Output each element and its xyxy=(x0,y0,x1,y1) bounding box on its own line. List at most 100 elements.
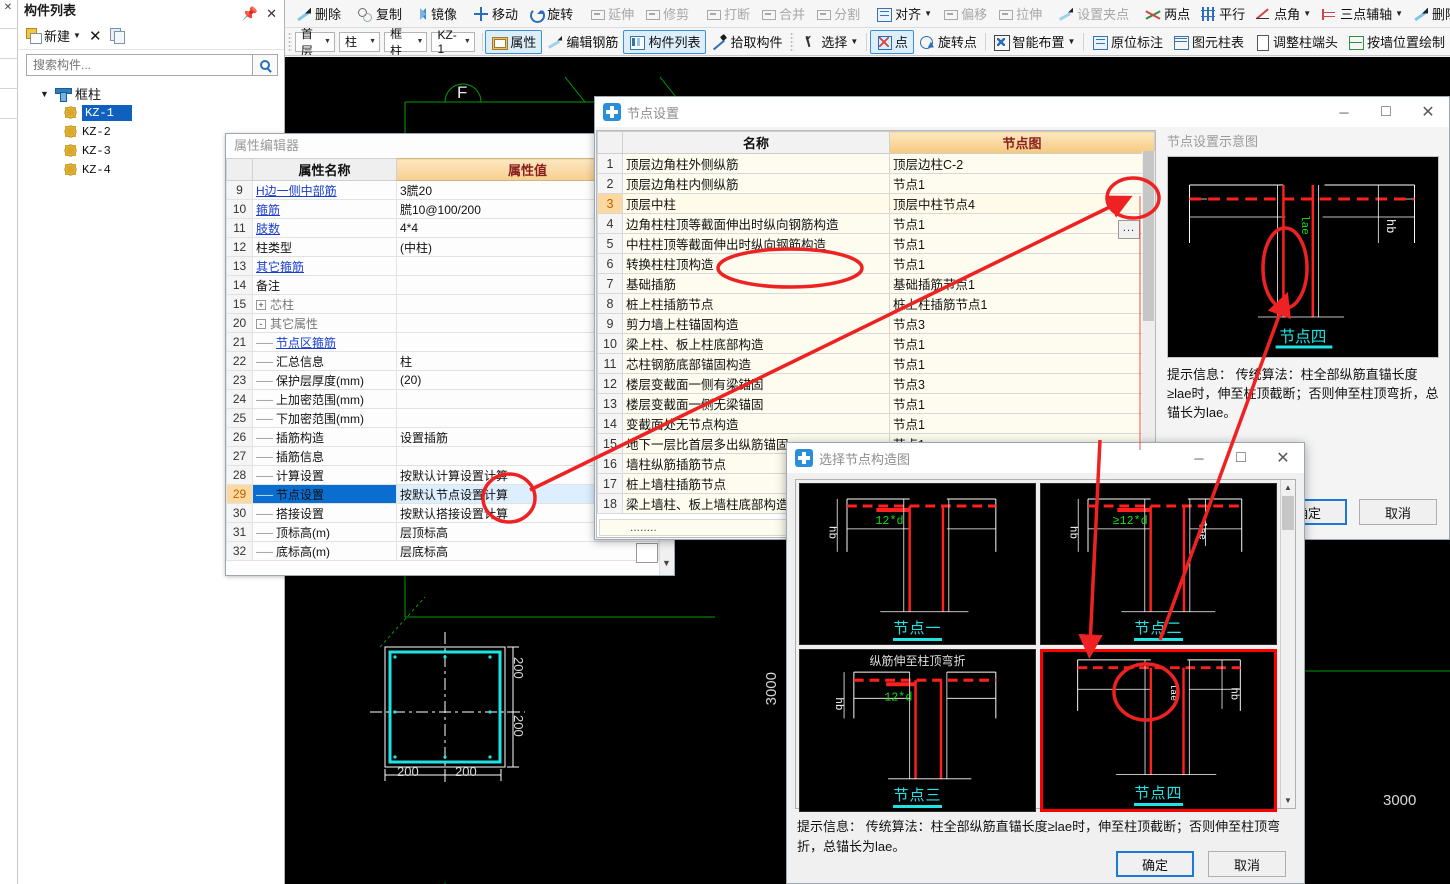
expander-icon[interactable]: - xyxy=(256,319,266,330)
property-row-name[interactable]: 其它箍筋 xyxy=(252,256,397,276)
close-button[interactable]: ✕ xyxy=(1262,444,1304,473)
chevron-down-icon[interactable]: ▼ xyxy=(924,9,932,18)
node-settings-row[interactable]: 14 变截面处无节点构造 节点1 xyxy=(597,413,1155,434)
category-selector[interactable]: 柱 ▼ xyxy=(338,31,381,52)
toolbar-point-angle-button[interactable]: 点角 ▼ xyxy=(1250,2,1316,26)
property-row-name[interactable]: ── 节点设置 xyxy=(252,484,397,504)
property-row-name[interactable]: ── 插筋构造 xyxy=(252,427,397,447)
node-row-ellipsis-button[interactable]: ... xyxy=(1118,220,1140,239)
minimize-button[interactable]: ─ xyxy=(1323,98,1365,127)
close-icon[interactable]: ✕ xyxy=(266,3,277,25)
toolbar-point-button[interactable]: 点 xyxy=(869,29,914,54)
toolbar-grip[interactable] xyxy=(288,31,292,52)
toolbar-draw-by-wall-button[interactable]: 按墙位置绘制 xyxy=(1343,30,1450,54)
toolbar-parallel-button[interactable]: 平行 xyxy=(1195,2,1250,26)
scroll-down-icon[interactable]: ▼ xyxy=(659,556,674,571)
node-row-graph[interactable]: 节点1 xyxy=(889,253,1155,274)
node-row-graph[interactable]: 节点1 xyxy=(889,233,1155,254)
toolbar-delete-button[interactable]: 删除 xyxy=(291,2,346,26)
toolbar-component-list-button[interactable]: 构件列表 xyxy=(623,29,707,54)
toolbar-rotate-button[interactable]: 旋转 xyxy=(523,2,578,26)
chevron-down-icon[interactable]: ▼ xyxy=(1303,9,1311,18)
toolbar-trim-button[interactable]: 修剪 xyxy=(639,2,694,26)
node-row-graph[interactable]: 节点3 xyxy=(889,373,1155,394)
tree-item-kz-1[interactable]: KZ-1 xyxy=(18,103,284,122)
minimize-button[interactable]: ─ xyxy=(1178,444,1220,473)
node-row-graph[interactable]: 顶层边柱C-2 xyxy=(889,153,1155,174)
property-row[interactable]: 32 ── 底标高(m) 层底标高 xyxy=(226,541,659,561)
toolbar-merge-button[interactable]: 合并 xyxy=(755,2,810,26)
maximize-button[interactable]: □ xyxy=(1365,98,1407,127)
node-option-1[interactable]: hb 12*d 节点一 xyxy=(799,483,1036,645)
property-row-name[interactable]: ── 上加密范围(mm) xyxy=(252,389,397,409)
property-row-name[interactable]: ── 节点区箍筋 xyxy=(252,332,397,352)
node-row-graph[interactable]: 节点3 xyxy=(889,313,1155,334)
property-row-name[interactable]: ── 底标高(m) xyxy=(252,541,397,561)
toolbar-copy-button[interactable]: 复制 xyxy=(352,2,407,26)
tree-root-framed-column[interactable]: ▼ 框柱 xyxy=(18,84,284,103)
toolbar-property-button[interactable]: 属性 xyxy=(485,29,543,54)
property-row-name[interactable]: ── 搭接设置 xyxy=(252,503,397,523)
node-settings-row[interactable]: 9 剪力墙上柱锚固构造 节点3 xyxy=(597,313,1155,334)
toolbar-stretch-button[interactable]: 拉伸 xyxy=(992,2,1047,26)
cancel-button[interactable]: 取消 xyxy=(1359,499,1437,525)
toolbar-extend-button[interactable]: 延伸 xyxy=(584,2,639,26)
ok-button[interactable]: 确定 xyxy=(1116,851,1194,877)
property-row-name[interactable]: ── 计算设置 xyxy=(252,465,397,485)
node-settings-row[interactable]: 3 顶层中柱 顶层中柱节点4 xyxy=(597,193,1155,214)
toolbar-move-button[interactable]: 移动 xyxy=(468,2,523,26)
property-row-name[interactable]: + 芯柱 xyxy=(252,294,397,314)
property-row-name[interactable]: ── 顶标高(m) xyxy=(252,522,397,542)
node-settings-row[interactable]: 12 楼层变截面一侧有梁锚固 节点3 xyxy=(597,373,1155,394)
node-row-graph[interactable]: 节点1 xyxy=(889,353,1155,374)
scroll-up-icon[interactable]: ▲ xyxy=(1281,480,1295,495)
node-option-scrollbar[interactable]: ▲ ▼ xyxy=(1280,480,1295,808)
close-button[interactable]: ✕ xyxy=(1407,98,1449,127)
node-settings-row[interactable]: 4 边角柱柱顶等截面伸出时纵向钢筋构造 节点1 xyxy=(597,213,1155,234)
property-row-name[interactable]: 肢数 xyxy=(252,218,397,238)
property-row-value[interactable]: 层底标高 xyxy=(396,541,659,561)
chevron-down-icon[interactable]: ▼ xyxy=(73,31,81,40)
delete-component-button[interactable]: ✕ xyxy=(89,27,102,45)
node-row-graph[interactable]: 节点1 xyxy=(889,413,1155,434)
node-option-2[interactable]: hb ≥12*d lae 节点二 xyxy=(1040,483,1277,645)
toolbar-delete-axis-button[interactable]: 删除辅轴 xyxy=(1408,2,1450,26)
node-row-graph[interactable]: 桩上柱插筋节点1 xyxy=(889,293,1155,314)
node-settings-row[interactable]: 2 顶层边角柱内侧纵筋 节点1 xyxy=(597,173,1155,194)
property-row-name[interactable]: 箍筋 xyxy=(252,199,397,219)
new-component-button[interactable]: 新建 ▼ xyxy=(26,26,81,45)
node-settings-row[interactable]: 11 芯柱钢筋底部锚固构造 节点1 xyxy=(597,353,1155,374)
node-option-4[interactable]: hb lae 节点四 xyxy=(1040,648,1277,812)
copy-component-button[interactable] xyxy=(109,28,125,44)
chevron-down-icon[interactable]: ▼ xyxy=(40,89,53,99)
toolbar-align-button[interactable]: 对齐 ▼ xyxy=(871,2,937,26)
search-input[interactable] xyxy=(26,54,252,76)
property-row-name[interactable]: ── 下加密范围(mm) xyxy=(252,408,397,428)
toolbar-break-button[interactable]: 打断 xyxy=(700,2,755,26)
subcategory-selector[interactable]: 框柱 ▼ xyxy=(384,28,428,55)
property-row-name[interactable]: H边一侧中部筋 xyxy=(252,180,397,200)
property-row-name[interactable]: 柱类型 xyxy=(252,237,397,257)
node-settings-row[interactable]: 1 顶层边角柱外侧纵筋 顶层边柱C-2 xyxy=(597,153,1155,174)
node-row-graph[interactable]: 顶层中柱节点4 xyxy=(889,193,1155,214)
chevron-down-icon[interactable]: ▼ xyxy=(1067,37,1075,46)
toolbar-in-situ-label-button[interactable]: 原位标注 xyxy=(1087,30,1168,54)
node-settings-row[interactable]: 13 楼层变截面一侧无梁锚固 节点1 xyxy=(597,393,1155,414)
property-row-name[interactable]: ── 汇总信息 xyxy=(252,351,397,371)
scrollbar-thumb[interactable] xyxy=(1282,496,1294,530)
toolbar-split-button[interactable]: 分割 xyxy=(810,2,865,26)
floor-selector[interactable]: 首层 ▼ xyxy=(294,28,335,55)
scrollbar-thumb[interactable] xyxy=(1143,151,1154,321)
toolbar-adjust-column-end-button[interactable]: 调整柱端头 xyxy=(1249,30,1343,54)
left-strip-close-icon[interactable]: ✕ xyxy=(2,2,14,14)
search-button[interactable] xyxy=(252,54,278,76)
expander-icon[interactable]: + xyxy=(256,300,266,311)
node-row-graph[interactable]: 基础插筋节点1 xyxy=(889,273,1155,294)
component-selector[interactable]: KZ-1 ▼ xyxy=(431,28,475,55)
property-row-name[interactable]: ── 插筋信息 xyxy=(252,446,397,466)
node-settings-titlebar[interactable]: 节点设置 ─ □ ✕ xyxy=(595,97,1449,127)
pin-icon[interactable]: 📌 xyxy=(242,3,258,25)
node-row-graph[interactable]: 节点1 xyxy=(889,213,1155,234)
node-row-graph[interactable]: 节点1 xyxy=(889,173,1155,194)
property-row-name[interactable]: - 其它属性 xyxy=(252,313,397,333)
